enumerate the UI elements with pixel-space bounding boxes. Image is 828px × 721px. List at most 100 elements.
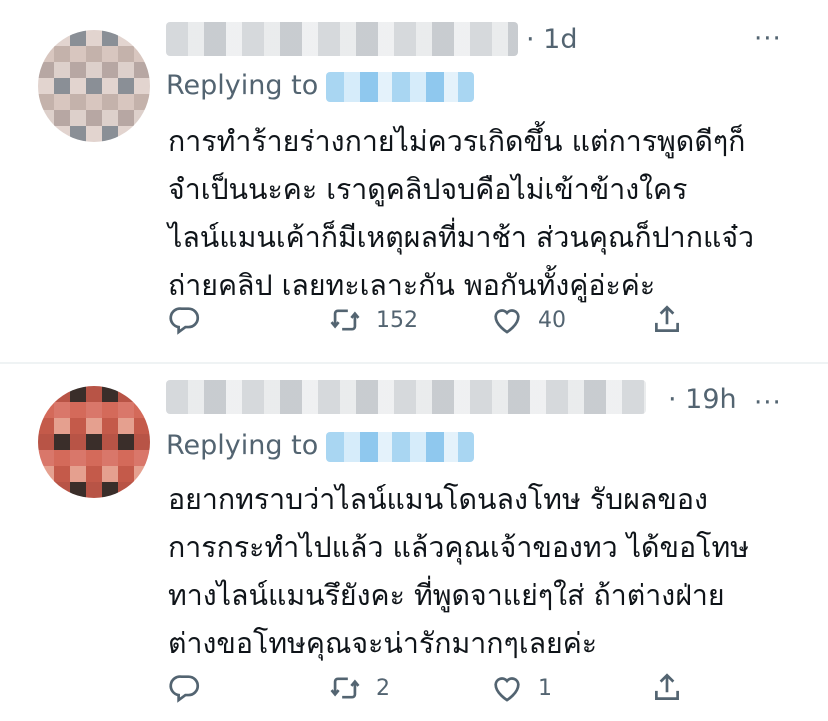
avatar-pixel — [86, 126, 102, 142]
avatar-pixel — [54, 466, 70, 482]
heart-icon — [494, 677, 520, 702]
avatar-pixel — [118, 94, 134, 110]
avatar-pixel — [102, 30, 118, 46]
avatar-pixel — [102, 434, 118, 450]
avatar-pixel — [86, 78, 102, 94]
avatar-pixel — [134, 94, 150, 110]
avatar-pixel — [118, 466, 134, 482]
avatar-pixel — [54, 46, 70, 62]
share-button[interactable] — [650, 668, 684, 708]
avatar-pixel — [38, 46, 54, 62]
avatar-pixel — [134, 466, 150, 482]
avatar-pixel — [102, 386, 118, 402]
avatar-pixel — [134, 126, 150, 142]
avatar-pixel — [38, 126, 54, 142]
avatar-pixel — [38, 62, 54, 78]
avatar-pixel — [86, 482, 102, 498]
more-options-icon[interactable]: ··· — [754, 390, 782, 416]
like-count: 1 — [538, 675, 552, 701]
share-button[interactable] — [650, 300, 684, 340]
avatar-pixel — [54, 110, 70, 126]
heart-icon — [494, 309, 520, 334]
avatar-pixel — [134, 78, 150, 94]
avatar-pixel — [38, 434, 54, 450]
blurred-handle-link[interactable] — [326, 431, 475, 462]
avatar-pixel — [38, 110, 54, 126]
avatar-pixel — [70, 482, 86, 498]
avatar-pixel — [70, 46, 86, 62]
avatar-pixel — [118, 30, 134, 46]
replying-to-label: Replying to — [166, 430, 319, 461]
avatar-pixel — [134, 402, 150, 418]
avatar-pixel — [134, 30, 150, 46]
avatar-pixel — [54, 78, 70, 94]
like-button[interactable]: 1 — [490, 668, 552, 708]
blurred-handle-link[interactable] — [326, 71, 475, 102]
avatar-pixel — [134, 386, 150, 402]
retweet-button[interactable]: 152 — [328, 300, 418, 340]
like-button[interactable]: 40 — [490, 300, 566, 340]
tweet-text: อยากทราบว่าไลน์แมนโดนลงโทษ รับผลของ การก… — [168, 483, 750, 660]
avatar[interactable] — [38, 386, 150, 498]
action-bar: 152 40 — [168, 300, 768, 340]
avatar-pixel — [86, 110, 102, 126]
share-icon — [655, 673, 679, 700]
avatar-pixel — [134, 434, 150, 450]
avatar-pixel — [86, 466, 102, 482]
avatar-pixel — [86, 418, 102, 434]
tweet-text: การทำร้ายร่างกายไม่ควรเกิดขึ้น แต่การพูด… — [168, 125, 755, 302]
avatar-pixel — [38, 94, 54, 110]
avatar-pixel — [54, 94, 70, 110]
avatar-pixel — [118, 434, 134, 450]
avatar-pixel — [102, 126, 118, 142]
action-bar: 2 1 — [168, 668, 768, 708]
avatar-pixel — [134, 110, 150, 126]
retweet-count: 2 — [376, 675, 390, 701]
avatar-pixel — [38, 78, 54, 94]
avatar-pixel — [54, 402, 70, 418]
avatar-pixel — [134, 46, 150, 62]
reply-button[interactable] — [168, 300, 202, 340]
avatar-pixel — [70, 62, 86, 78]
blurred-display-name[interactable] — [166, 380, 646, 414]
avatar-pixel — [118, 110, 134, 126]
tweet[interactable]: · 1d ··· Replying to การทำร้ายร่างกายไม่… — [0, 0, 828, 362]
avatar-pixel — [70, 126, 86, 142]
avatar-pixel — [134, 482, 150, 498]
avatar-pixel — [38, 386, 54, 402]
avatar-pixel — [70, 466, 86, 482]
reply-button[interactable] — [168, 668, 202, 708]
avatar-pixel — [54, 450, 70, 466]
more-options-icon[interactable]: ··· — [754, 26, 782, 52]
avatar-pixel — [54, 418, 70, 434]
avatar-pixel — [38, 466, 54, 482]
retweet-button[interactable]: 2 — [328, 668, 390, 708]
retweet-icon — [330, 677, 360, 699]
avatar[interactable] — [38, 30, 150, 142]
avatar-pixel — [118, 482, 134, 498]
like-count: 40 — [538, 307, 566, 333]
avatar-pixel — [102, 62, 118, 78]
avatar-pixel — [54, 434, 70, 450]
avatar-pixel — [54, 126, 70, 142]
timestamp[interactable]: · 1d — [526, 24, 577, 55]
avatar-pixel — [54, 386, 70, 402]
retweet-icon — [330, 309, 360, 331]
avatar-pixel — [102, 402, 118, 418]
avatar-pixel — [70, 110, 86, 126]
replying-to-label: Replying to — [166, 70, 319, 101]
avatar-pixel — [70, 94, 86, 110]
tweet[interactable]: · 19h ··· Replying to อยากทราบว่าไลน์แมน… — [0, 364, 828, 721]
blurred-display-name[interactable] — [166, 22, 518, 56]
avatar-pixel — [118, 46, 134, 62]
avatar-pixel — [118, 418, 134, 434]
avatar-pixel — [118, 62, 134, 78]
avatar-pixel — [54, 30, 70, 46]
avatar-pixel — [70, 418, 86, 434]
avatar-pixel — [118, 386, 134, 402]
avatar-pixel — [70, 78, 86, 94]
avatar-pixel — [86, 386, 102, 402]
timestamp[interactable]: · 19h — [668, 384, 737, 415]
avatar-pixel — [102, 450, 118, 466]
avatar-pixel — [86, 434, 102, 450]
